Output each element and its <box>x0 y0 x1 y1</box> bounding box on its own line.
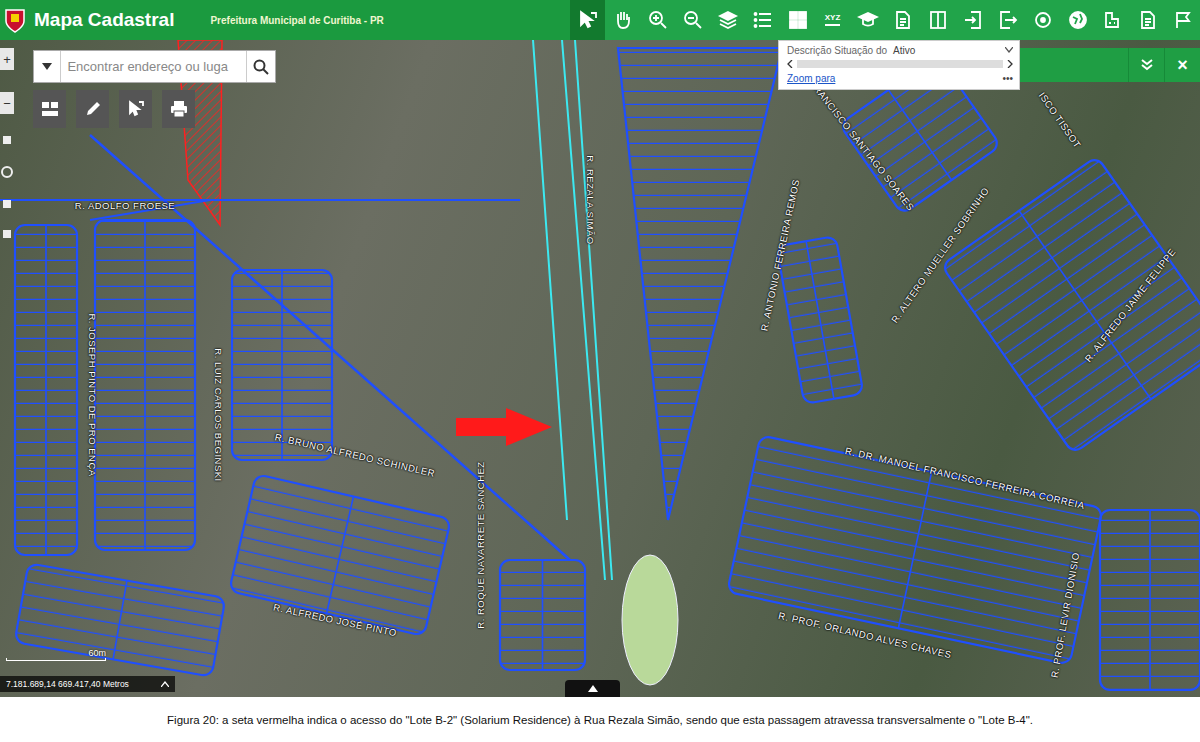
toolbar-button[interactable] <box>675 0 710 40</box>
toolbar-button[interactable] <box>570 0 605 40</box>
close-button[interactable]: × <box>1164 48 1200 82</box>
split-icon <box>927 9 949 31</box>
doc-icon <box>892 9 914 31</box>
basemap-button[interactable] <box>33 90 66 128</box>
street-label: R. JOSEPH PINTO DE PRO ENÇA <box>87 313 98 476</box>
pencil-icon <box>83 99 103 119</box>
toolbar-button[interactable] <box>1095 0 1130 40</box>
double-chevron-down-icon <box>1140 58 1154 72</box>
coordinates-text: 7.181.689,14 669.417,40 Metros <box>6 679 129 689</box>
scroll-track <box>797 60 1003 68</box>
toolbar: XYZ <box>570 0 1200 40</box>
basemap-icon <box>40 99 60 119</box>
search-button[interactable] <box>246 51 275 82</box>
field-label: Descrição Situação do <box>787 45 887 56</box>
zoom-out-icon <box>682 9 704 31</box>
globe-icon <box>1067 9 1089 31</box>
flag-icon <box>1172 9 1194 31</box>
app-title: Mapa Cadastral <box>34 9 174 31</box>
zoom-out-button[interactable]: − <box>0 92 14 114</box>
doc-icon <box>1137 9 1159 31</box>
street-label: R. ADOLFO FROESE <box>75 200 175 211</box>
toolbar-button[interactable]: XYZ <box>815 0 850 40</box>
side-tools <box>33 90 195 128</box>
zoom-in-icon <box>647 9 669 31</box>
zoom-to-link[interactable]: Zoom para <box>787 73 996 84</box>
page: Mapa Cadastral Prefeitura Municipal de Cu… <box>0 0 1200 742</box>
map[interactable]: R. ADOLFO FROESE R. JOSEPH PINTO DE PRO E… <box>0 40 1200 697</box>
scale-label: 60m <box>88 648 106 658</box>
street-label: R. ROQUE NAVARRETE SANCHEZ <box>475 461 486 628</box>
coordinates-bar: 7.181.689,14 669.417,40 Metros <box>0 676 175 692</box>
target-icon <box>1032 9 1054 31</box>
toolbar-button[interactable] <box>780 0 815 40</box>
situation-select[interactable]: Ativo <box>893 45 999 56</box>
draw-button[interactable] <box>76 90 109 128</box>
identify-button[interactable] <box>119 90 152 128</box>
print-button[interactable] <box>162 90 195 128</box>
scroll-left-icon <box>787 60 793 68</box>
bottom-panel-tab[interactable] <box>565 680 620 697</box>
horizontal-scrollbar[interactable] <box>787 60 1013 68</box>
cadastral-lines <box>0 40 1200 697</box>
panel-bar: × <box>1020 48 1200 82</box>
red-arrow-icon <box>454 406 554 448</box>
toolbar-button[interactable] <box>955 0 990 40</box>
locate-icon[interactable] <box>1 166 13 178</box>
toolbar-button[interactable] <box>920 0 955 40</box>
back-icon[interactable] <box>3 230 11 238</box>
magnifier-icon <box>253 59 269 75</box>
toolbar-button[interactable] <box>990 0 1025 40</box>
search-box <box>33 50 276 83</box>
enter-icon <box>962 9 984 31</box>
grid-icon <box>787 9 809 31</box>
triangle-up-icon <box>588 685 598 692</box>
toolbar-button[interactable] <box>710 0 745 40</box>
toolbar-button[interactable] <box>885 0 920 40</box>
toolbar-button[interactable] <box>850 0 885 40</box>
toolbar-button[interactable] <box>1025 0 1060 40</box>
xyz-icon: XYZ <box>825 14 841 26</box>
search-dropdown[interactable] <box>34 51 61 82</box>
caret-up-icon[interactable] <box>161 681 169 687</box>
top-bar: Mapa Cadastral Prefeitura Municipal de Cu… <box>0 0 1200 40</box>
caret-down-icon <box>42 63 52 70</box>
brand: Mapa Cadastral Prefeitura Municipal de Cu… <box>0 0 570 40</box>
more-button[interactable]: ••• <box>1002 73 1013 84</box>
measure-icon <box>1102 9 1124 31</box>
select-icon <box>577 9 599 31</box>
exit-icon <box>997 9 1019 31</box>
toolbar-button[interactable] <box>640 0 675 40</box>
figure-caption: Figura 20: a seta vermelha indica o aces… <box>167 714 1033 726</box>
attribute-popup: Descrição Situação do Ativo Zoom para ••• <box>778 40 1020 90</box>
toolbar-button[interactable] <box>1165 0 1200 40</box>
popup-actions: Zoom para ••• <box>787 71 1013 85</box>
scale-line <box>6 658 106 661</box>
toolbar-button[interactable] <box>1130 0 1165 40</box>
search-input[interactable] <box>61 51 245 82</box>
list-icon <box>752 9 774 31</box>
fullscreen-icon[interactable] <box>3 200 11 208</box>
left-strip: +− <box>0 48 14 238</box>
street-label: R. REZALA SIMÃO <box>585 155 596 244</box>
identify-icon <box>126 99 146 119</box>
layers-icon <box>717 9 739 31</box>
hand-icon <box>612 9 634 31</box>
situation-field: Descrição Situação do Ativo <box>787 43 1013 57</box>
home-icon[interactable] <box>3 136 11 144</box>
chevron-down-icon <box>1005 47 1013 53</box>
collapse-button[interactable] <box>1128 48 1164 82</box>
caption-area: Figura 20: a seta vermelha indica o aces… <box>0 697 1200 742</box>
toolbar-button[interactable] <box>605 0 640 40</box>
street-label: R. LUIZ CARLOS BEGINSKI <box>213 348 224 481</box>
app-subtitle: Prefeitura Municipal de Curitiba - PR <box>210 15 383 26</box>
scale-bar: 60m <box>6 648 106 661</box>
zoom-in-button[interactable]: + <box>0 48 14 70</box>
scroll-right-icon <box>1007 60 1013 68</box>
printer-icon <box>169 99 189 119</box>
toolbar-button[interactable] <box>1060 0 1095 40</box>
coat-of-arms-icon <box>4 7 26 33</box>
toolbar-button[interactable] <box>745 0 780 40</box>
cap-icon <box>857 9 879 31</box>
